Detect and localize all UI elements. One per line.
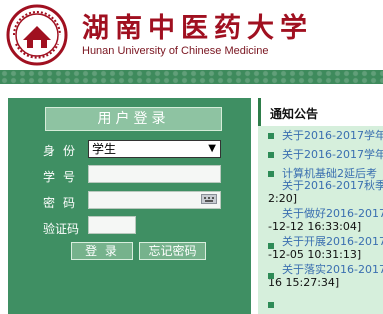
notice-date: 2:20] (268, 192, 297, 205)
notice-link[interactable]: 关于做好2016-2017 (282, 208, 383, 220)
captcha-label: 验证码 (43, 222, 80, 236)
university-name-cn: 湖南中医药大学 (82, 13, 313, 44)
bullet-icon (268, 152, 274, 158)
notice-link[interactable]: 关于开展2016-2017 (282, 236, 383, 248)
notice-link[interactable]: 关于2016-2017学年 (282, 130, 383, 142)
bullet-icon (268, 243, 274, 249)
forgot-password-button[interactable]: 忘记密码 (139, 242, 206, 260)
chevron-down-icon: ▼ (208, 143, 216, 154)
university-logo (6, 4, 68, 66)
notice-link[interactable]: 关于落实2016-2017 (282, 264, 383, 276)
bullet-icon (268, 302, 274, 308)
bullet-icon (268, 171, 274, 177)
decorative-band (0, 70, 383, 84)
identity-label: 身份 (43, 144, 84, 158)
keyboard-icon[interactable] (201, 194, 217, 204)
login-panel: 用户登录 身份 学生 ▼ 学号 密码 验证码 登 录 忘记密码 (8, 98, 251, 314)
notice-panel: 通知公告 关于2016-2017学年 关于2016-2017学年 计算机基础2延… (258, 98, 383, 314)
notice-title: 通知公告 (270, 107, 319, 121)
notice-date: -12-05 10:31:13] (268, 248, 362, 261)
identity-select-value: 学生 (92, 142, 117, 156)
notice-date: -12-12 16:33:04] (268, 220, 362, 233)
captcha-input[interactable] (88, 216, 136, 234)
notice-link[interactable]: 关于2016-2017学年 (282, 149, 383, 161)
site-header: 湖南中医药大学 Hunan University of Chinese Medi… (0, 0, 383, 70)
student-id-input[interactable] (88, 165, 221, 183)
identity-select[interactable]: 学生 ▼ (88, 140, 221, 158)
university-name-en: Hunan University of Chinese Medicine (82, 45, 269, 57)
notice-link[interactable]: 关于2016-2017秋季 (282, 180, 383, 192)
header-gap (0, 84, 383, 98)
notice-date: 16 15:27:34] (268, 276, 340, 289)
student-id-label: 学号 (43, 170, 84, 184)
bullet-icon (268, 133, 274, 139)
login-button[interactable]: 登 录 (71, 242, 133, 260)
login-title: 用户登录 (45, 107, 222, 131)
bullet-icon (268, 273, 274, 279)
password-label: 密码 (43, 196, 84, 210)
notice-header: 通知公告 (258, 98, 383, 126)
